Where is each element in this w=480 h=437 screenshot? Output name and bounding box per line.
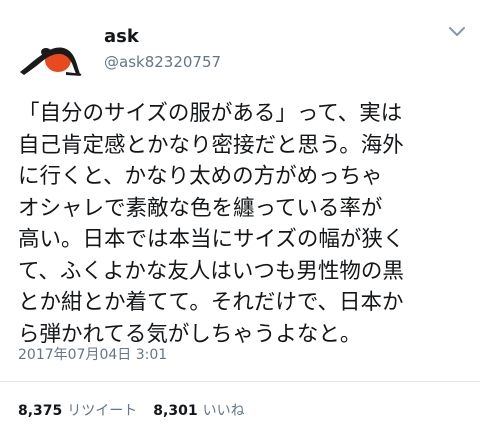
- tweet-text-line: 「自分のサイズの服がある」って、実は: [18, 101, 403, 126]
- tweet-stats: 8,375 リツイート 8,301 いいね: [18, 402, 245, 420]
- retweet-label[interactable]: リツイート: [67, 403, 137, 419]
- avatar[interactable]: [16, 22, 86, 92]
- tweet-text-line: 高い。日本では本当にサイズの幅が狭く: [18, 227, 405, 252]
- chevron-down-icon[interactable]: [446, 22, 468, 40]
- user-handle[interactable]: @ask82320757: [104, 52, 221, 72]
- yoga-pose-silhouette-icon: [20, 47, 82, 76]
- tweet-text-line: て、ふくよかな友人はいつも男性物の黒: [18, 258, 404, 284]
- divider: [0, 381, 480, 382]
- tweet-text: 「自分のサイズの服がある」って、実は 自己肯定感とかなり密接だと思う。海外 に行…: [18, 98, 468, 350]
- tweet-timestamp[interactable]: 2017年07月04日 3:01: [18, 346, 167, 364]
- tweet-card: ask @ask82320757 「自分のサイズの服がある」って、実は 自己肯定…: [0, 0, 480, 437]
- tweet-text-line: オシャレで素敵な色を纏っている率が: [18, 195, 383, 221]
- retweet-count[interactable]: 8,375: [18, 403, 62, 419]
- display-name[interactable]: ask: [104, 26, 139, 48]
- tweet-text-line: に行くと、かなり太めの方がめっちゃ: [18, 164, 383, 189]
- like-count[interactable]: 8,301: [153, 403, 197, 419]
- tweet-text-line: 自己肯定感とかなり密接だと思う。海外: [18, 132, 404, 158]
- like-label[interactable]: いいね: [203, 403, 245, 419]
- tweet-text-line: とか紺とか着てて。それだけで、日本か: [18, 290, 404, 315]
